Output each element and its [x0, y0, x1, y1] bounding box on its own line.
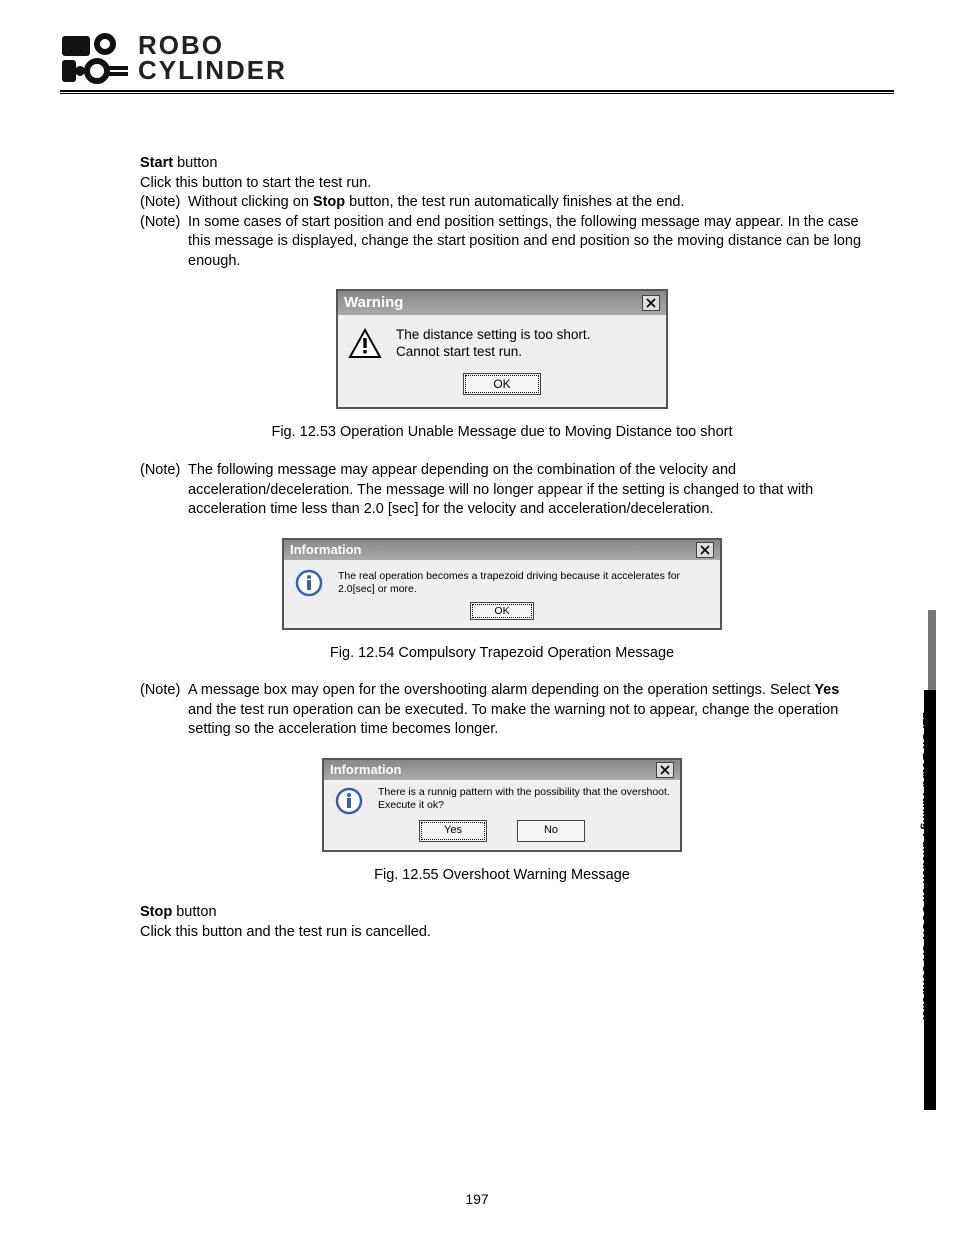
yes-button[interactable]: Yes [419, 820, 487, 842]
note-4-label: (Note) [140, 681, 188, 740]
note-1-body: Without clicking on Stop button, the tes… [188, 193, 864, 213]
brand-logo: ROBO CYLINDER [60, 30, 894, 86]
figure-caption-1: Fig. 12.53 Operation Unable Message due … [140, 423, 864, 443]
note-2-body: In some cases of start position and end … [188, 213, 864, 272]
content: Start button Click this button to start … [60, 154, 894, 943]
note-4: (Note) A message box may open for the ov… [140, 681, 864, 740]
warning-dialog-message: The distance setting is too short. Canno… [396, 327, 590, 361]
note-2-label: (Note) [140, 213, 188, 272]
note-1-label: (Note) [140, 193, 188, 213]
warning-dialog-body: The distance setting is too short. Canno… [338, 315, 666, 367]
info-dialog-overshoot-buttons: Yes No [324, 818, 680, 850]
info-dialog-trapezoid: Information The real operation becomes a… [282, 538, 722, 630]
ok-button[interactable]: OK [463, 373, 541, 395]
close-icon[interactable] [656, 762, 674, 778]
start-button-heading: Start button [140, 154, 864, 174]
note-1: (Note) Without clicking on Stop button, … [140, 193, 864, 213]
chapter-tab-grey [928, 610, 936, 700]
header-rule-2 [60, 93, 894, 94]
page-number: 197 [0, 1191, 954, 1207]
info-dialog-overshoot-titlebar: Information [324, 760, 680, 780]
info-dialog-trapezoid-titlebar: Information [284, 540, 720, 560]
brand-line2: CYLINDER [138, 58, 287, 83]
ok-button[interactable]: OK [470, 602, 534, 620]
chapter-tab: 12. Off Board Tuning Function on SCON-CA… [910, 680, 936, 1110]
stop-button-label: Stop [140, 904, 172, 920]
figure-caption-3: Fig. 12.55 Overshoot Warning Message [140, 866, 864, 886]
warning-dialog-buttons: OK [338, 367, 666, 407]
info-dialog-trapezoid-body: The real operation becomes a trapezoid d… [284, 560, 720, 600]
warning-dialog-titlebar: Warning [338, 291, 666, 315]
warning-dialog-title: Warning [344, 293, 403, 313]
close-icon[interactable] [642, 295, 660, 311]
note-3-body: The following message may appear dependi… [188, 461, 864, 520]
note-4-body: A message box may open for the overshoot… [188, 681, 864, 740]
start-button-desc: Click this button to start the test run. [140, 174, 864, 194]
warning-icon [348, 327, 382, 361]
stop-button-suffix: button [172, 904, 216, 920]
info-dialog-overshoot-title: Information [330, 761, 402, 779]
figure-caption-2: Fig. 12.54 Compulsory Trapezoid Operatio… [140, 644, 864, 664]
note-3: (Note) The following message may appear … [140, 461, 864, 520]
note-2: (Note) In some cases of start position a… [140, 213, 864, 272]
start-button-label: Start [140, 155, 173, 171]
brand-logo-text: ROBO CYLINDER [138, 33, 287, 82]
info-dialog-trapezoid-buttons: OK [284, 600, 720, 628]
no-button[interactable]: No [517, 820, 585, 842]
header-rule-1 [60, 90, 894, 92]
brand-logo-mark [60, 30, 130, 86]
info-dialog-overshoot: Information There is a runnig pattern wi… [322, 758, 682, 852]
note-3-label: (Note) [140, 461, 188, 520]
close-icon[interactable] [696, 542, 714, 558]
stop-button-heading: Stop button [140, 903, 864, 923]
info-icon [334, 786, 364, 816]
info-dialog-overshoot-message: There is a runnig pattern with the possi… [378, 786, 670, 812]
info-dialog-trapezoid-title: Information [290, 541, 362, 559]
start-button-suffix: button [173, 155, 217, 171]
page: ROBO CYLINDER Start button Click this bu… [0, 0, 954, 1235]
info-icon [294, 568, 324, 598]
warning-dialog: Warning The distance setting is too shor… [336, 289, 668, 409]
chapter-tab-label: 12. Off Board Tuning Function on SCON-CA… [920, 712, 934, 1021]
info-dialog-trapezoid-message: The real operation becomes a trapezoid d… [338, 570, 710, 596]
stop-button-desc: Click this button and the test run is ca… [140, 923, 864, 943]
info-dialog-overshoot-body: There is a runnig pattern with the possi… [324, 780, 680, 818]
